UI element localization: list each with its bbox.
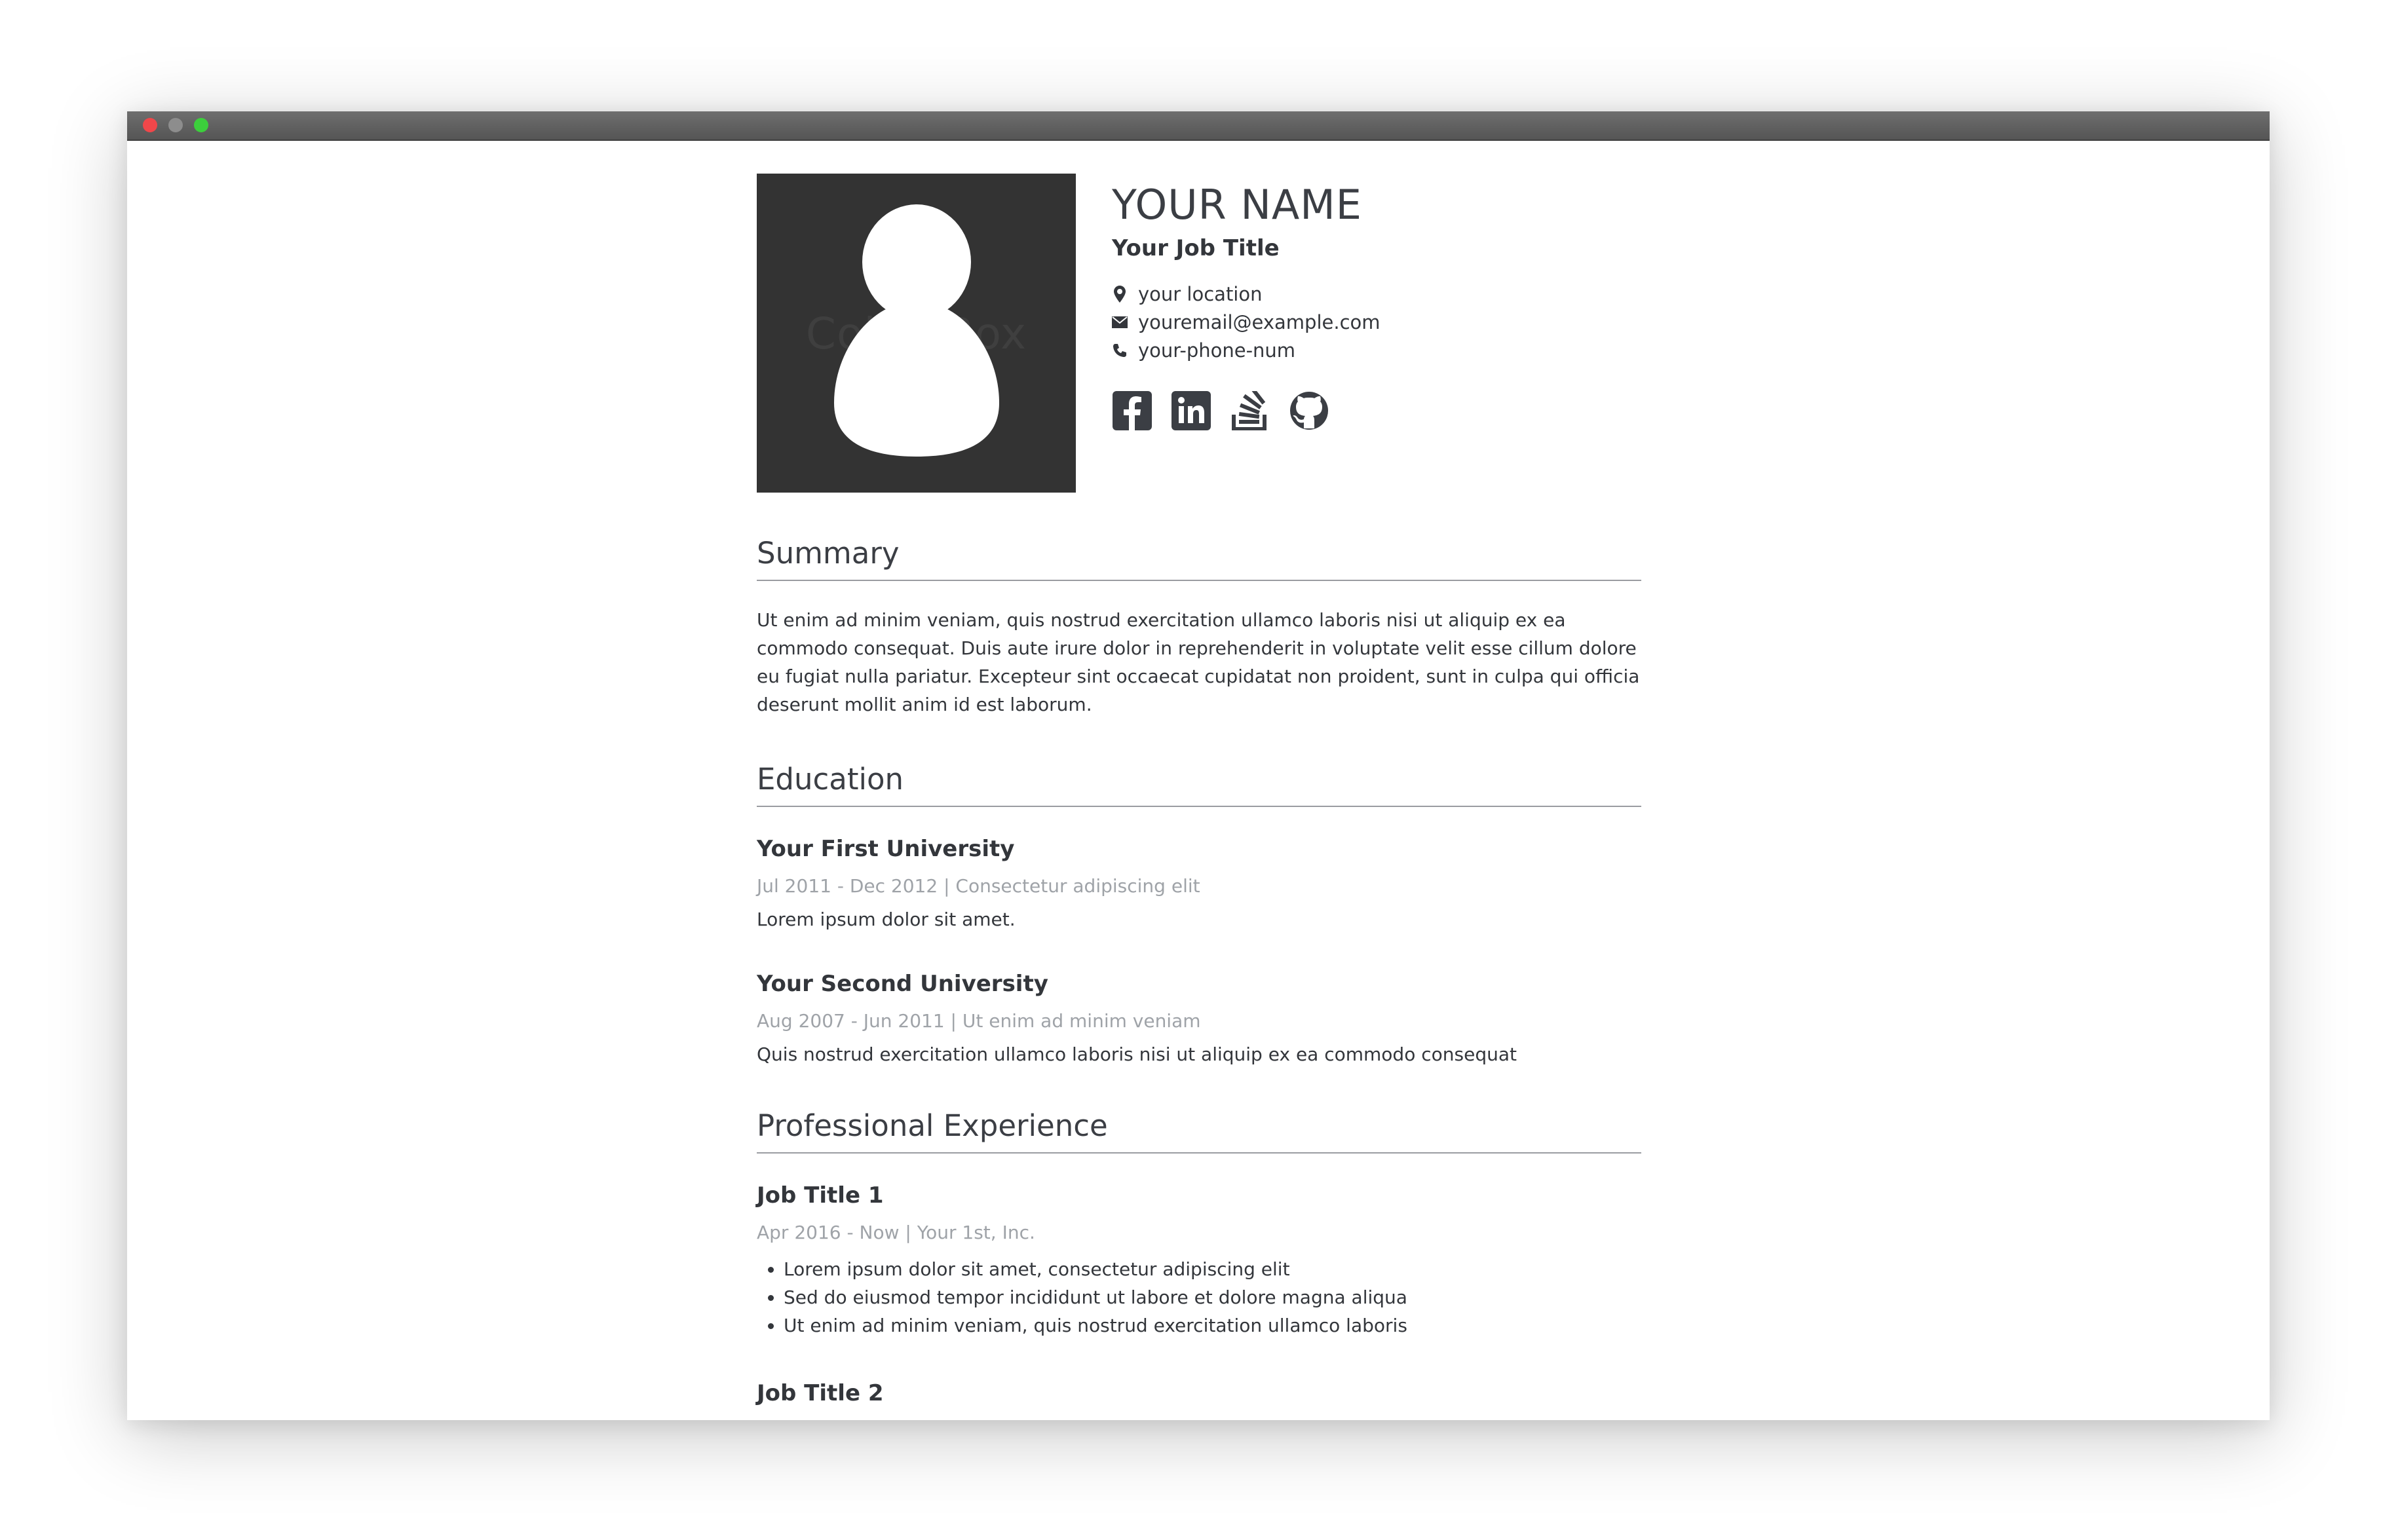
education-title: Your First University xyxy=(757,836,1015,862)
experience-entry: Job Title 1 Apr 2016 - Now | Your 1st, I… xyxy=(757,1182,1641,1340)
list-item: Lorem ipsum dolor sit amet, consectetur … xyxy=(784,1255,1641,1283)
resume-header: CollabBox YOUR NAME Your Job Title your … xyxy=(757,174,1641,493)
resume-page: CollabBox YOUR NAME Your Job Title your … xyxy=(757,174,1641,1406)
education-section: Education Your First University Jul 2011… xyxy=(757,762,1641,1065)
browser-window: CollabBox YOUR NAME Your Job Title your … xyxy=(127,111,2270,1420)
profile-photo: CollabBox xyxy=(757,174,1076,493)
contact-phone[interactable]: your-phone-num xyxy=(1112,336,1636,364)
education-entry: Your First University Jul 2011 - Dec 201… xyxy=(757,836,1641,930)
education-meta: Jul 2011 - Dec 2012 | Consectetur adipis… xyxy=(757,875,1200,897)
experience-title: Job Title 2 xyxy=(757,1380,884,1406)
education-meta: Aug 2007 - Jun 2011 | Ut enim ad minim v… xyxy=(757,1010,1201,1032)
experience-meta: Apr 2016 - Now | Your 1st, Inc. xyxy=(757,1222,1035,1243)
linkedin-icon[interactable] xyxy=(1171,390,1211,431)
education-heading: Education xyxy=(757,762,1641,807)
stackoverflow-icon[interactable] xyxy=(1230,390,1270,431)
profile-name: YOUR NAME xyxy=(1112,181,1362,229)
summary-heading: Summary xyxy=(757,536,1641,581)
contact-email[interactable]: youremail@example.com xyxy=(1112,308,1636,336)
experience-entry: Job Title 2 xyxy=(757,1380,1641,1406)
minimize-window-button[interactable] xyxy=(168,118,183,132)
maximize-window-button[interactable] xyxy=(194,118,208,132)
location-text: your location xyxy=(1138,282,1263,305)
experience-section: Professional Experience Job Title 1 Apr … xyxy=(757,1108,1641,1406)
profile-info: YOUR NAME Your Job Title your location y… xyxy=(1112,174,1636,431)
contact-location: your location xyxy=(1112,280,1636,308)
facebook-icon[interactable] xyxy=(1112,390,1152,431)
phone-text[interactable]: your-phone-num xyxy=(1138,339,1295,362)
phone-icon xyxy=(1112,341,1128,360)
envelope-icon xyxy=(1112,313,1128,331)
profile-job-title: Your Job Title xyxy=(1112,235,1280,261)
list-item: Sed do eiusmod tempor incididunt ut labo… xyxy=(784,1283,1641,1311)
close-window-button[interactable] xyxy=(143,118,157,132)
education-desc: Lorem ipsum dolor sit amet. xyxy=(757,909,1016,930)
experience-bullets: Lorem ipsum dolor sit amet, consectetur … xyxy=(757,1255,1641,1340)
contact-list: your location youremail@example.com your… xyxy=(1112,280,1636,364)
map-marker-icon xyxy=(1112,285,1128,303)
experience-title: Job Title 1 xyxy=(757,1182,884,1209)
person-silhouette-icon xyxy=(834,204,999,457)
education-entry: Your Second University Aug 2007 - Jun 20… xyxy=(757,971,1641,1065)
education-title: Your Second University xyxy=(757,971,1048,997)
email-text[interactable]: youremail@example.com xyxy=(1138,311,1381,333)
summary-section: Summary Ut enim ad minim veniam, quis no… xyxy=(757,536,1641,719)
github-icon[interactable] xyxy=(1289,390,1329,431)
window-titlebar xyxy=(127,111,2270,141)
experience-heading: Professional Experience xyxy=(757,1108,1641,1154)
list-item: Ut enim ad minim veniam, quis nostrud ex… xyxy=(784,1311,1641,1340)
education-desc: Quis nostrud exercitation ullamco labori… xyxy=(757,1043,1517,1065)
summary-text: Ut enim ad minim veniam, quis nostrud ex… xyxy=(757,609,1640,715)
social-links xyxy=(1112,390,1636,431)
